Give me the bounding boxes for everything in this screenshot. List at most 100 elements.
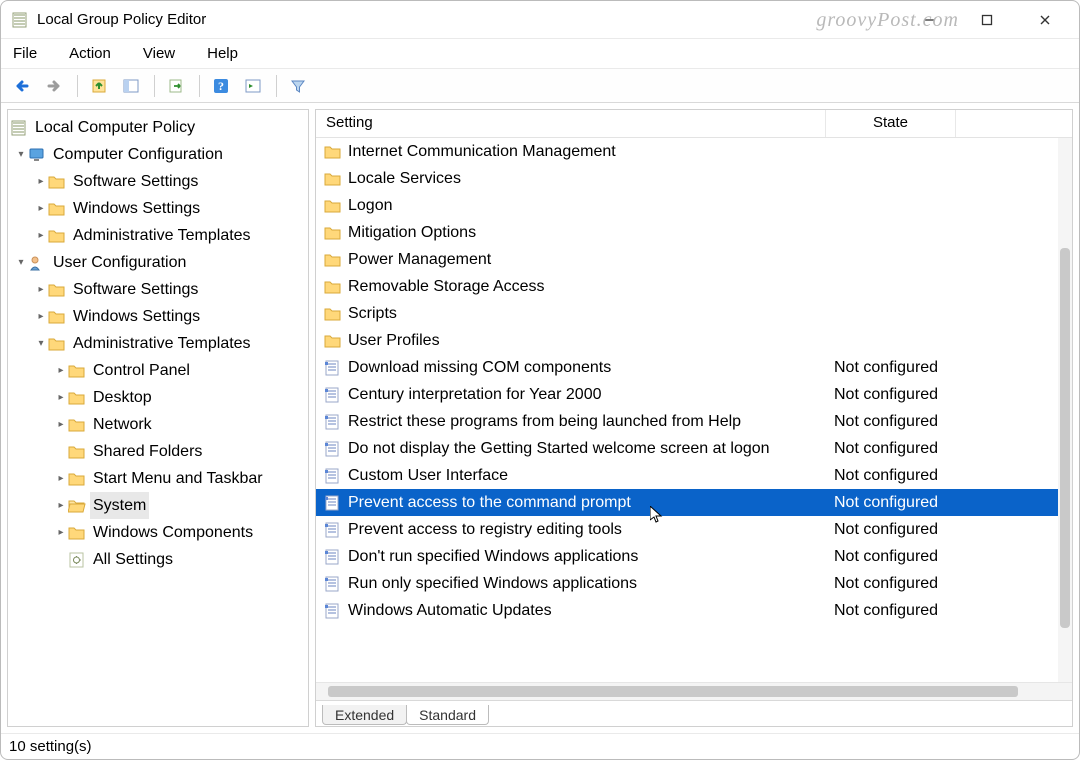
setting-icon xyxy=(324,575,342,593)
tree-node-system[interactable]: ▸ System xyxy=(10,492,306,519)
list-panel: Setting State Internet Communication Man… xyxy=(315,109,1073,727)
list-row[interactable]: Locale Services xyxy=(316,165,1072,192)
toolbar-help-button[interactable] xyxy=(206,73,236,99)
folder-icon xyxy=(48,200,66,218)
list-row[interactable]: Scripts xyxy=(316,300,1072,327)
tree-node-cc-admin[interactable]: ▸ Administrative Templates xyxy=(10,222,306,249)
chevron-right-icon[interactable]: ▸ xyxy=(54,524,68,541)
chevron-down-icon[interactable]: ▾ xyxy=(34,335,48,352)
list-row[interactable]: Don't run specified Windows applications… xyxy=(316,543,1072,570)
folder-icon xyxy=(48,173,66,191)
tree-label: Shared Folders xyxy=(90,438,205,465)
chevron-right-icon[interactable]: ▸ xyxy=(54,497,68,514)
folder-icon xyxy=(324,224,342,242)
tree-node-all-settings[interactable]: All Settings xyxy=(10,546,306,573)
folder-icon xyxy=(324,143,342,161)
scrollbar-thumb[interactable] xyxy=(328,686,1018,697)
chevron-down-icon[interactable]: ▾ xyxy=(14,254,28,271)
tree-node-startmenu[interactable]: ▸ Start Menu and Taskbar xyxy=(10,465,306,492)
list-row[interactable]: Power Management xyxy=(316,246,1072,273)
tree-node-control-panel[interactable]: ▸ Control Panel xyxy=(10,357,306,384)
tree-node-uc-admin[interactable]: ▾ Administrative Templates xyxy=(10,330,306,357)
folder-icon xyxy=(68,416,86,434)
list-row[interactable]: Internet Communication Management xyxy=(316,138,1072,165)
tree-node-desktop[interactable]: ▸ Desktop xyxy=(10,384,306,411)
list-row[interactable]: Prevent access to registry editing tools… xyxy=(316,516,1072,543)
toolbar-separator xyxy=(276,75,277,97)
tree-node-shared-folders[interactable]: Shared Folders xyxy=(10,438,306,465)
toolbar-back-button[interactable] xyxy=(7,73,37,99)
list-row[interactable]: Do not display the Getting Started welco… xyxy=(316,435,1072,462)
chevron-right-icon[interactable]: ▸ xyxy=(34,173,48,190)
maximize-button[interactable] xyxy=(967,5,1007,35)
list-row[interactable]: Mitigation Options xyxy=(316,219,1072,246)
close-button[interactable] xyxy=(1025,5,1065,35)
list-row[interactable]: Custom User InterfaceNot configured xyxy=(316,462,1072,489)
chevron-right-icon[interactable]: ▸ xyxy=(34,227,48,244)
list-row[interactable]: Restrict these programs from being launc… xyxy=(316,408,1072,435)
tree-label: Administrative Templates xyxy=(70,330,254,357)
folder-icon xyxy=(324,251,342,269)
col-header-setting[interactable]: Setting xyxy=(316,110,826,137)
chevron-right-icon[interactable]: ▸ xyxy=(54,470,68,487)
tree-node-uc-windows[interactable]: ▸ Windows Settings xyxy=(10,303,306,330)
tree-node-uc-software[interactable]: ▸ Software Settings xyxy=(10,276,306,303)
chevron-right-icon[interactable]: ▸ xyxy=(54,416,68,433)
list-row[interactable]: Run only specified Windows applicationsN… xyxy=(316,570,1072,597)
scrollbar-vertical[interactable] xyxy=(1058,138,1072,698)
list-row[interactable]: Download missing COM componentsNot confi… xyxy=(316,354,1072,381)
tree-node-windows-components[interactable]: ▸ Windows Components xyxy=(10,519,306,546)
list-row[interactable]: User Profiles xyxy=(316,327,1072,354)
tree-label: Windows Settings xyxy=(70,195,203,222)
setting-icon xyxy=(324,359,342,377)
tree-label: Administrative Templates xyxy=(70,222,254,249)
toolbar-export-button[interactable] xyxy=(161,73,191,99)
list-header: Setting State xyxy=(316,110,1072,138)
toolbar-filter-button[interactable] xyxy=(283,73,313,99)
chevron-right-icon[interactable]: ▸ xyxy=(54,389,68,406)
statusbar: 10 setting(s) xyxy=(1,733,1079,759)
toolbar-forward-button[interactable] xyxy=(39,73,69,99)
scrollbar-thumb[interactable] xyxy=(1060,248,1070,628)
menu-view[interactable]: View xyxy=(139,43,179,64)
list-row[interactable]: Removable Storage Access xyxy=(316,273,1072,300)
tree-panel[interactable]: Local Computer Policy ▾ Computer Configu… xyxy=(7,109,309,727)
scrollbar-horizontal[interactable] xyxy=(316,682,1072,700)
chevron-down-icon[interactable]: ▾ xyxy=(14,146,28,163)
list-body[interactable]: Internet Communication ManagementLocale … xyxy=(316,138,1072,682)
chevron-right-icon[interactable]: ▸ xyxy=(34,281,48,298)
tree-node-root[interactable]: Local Computer Policy xyxy=(10,114,306,141)
computer-icon xyxy=(28,146,46,164)
toolbar-up-button[interactable] xyxy=(84,73,114,99)
folder-open-icon xyxy=(68,497,86,515)
toolbar-tree-toggle-button[interactable] xyxy=(116,73,146,99)
tree-node-cc-software[interactable]: ▸ Software Settings xyxy=(10,168,306,195)
tree-label: Computer Configuration xyxy=(50,141,226,168)
chevron-right-icon[interactable]: ▸ xyxy=(34,200,48,217)
list-item-state: Not configured xyxy=(834,521,1034,539)
tab-standard[interactable]: Standard xyxy=(406,705,489,725)
tree-label: User Configuration xyxy=(50,249,189,276)
tab-extended[interactable]: Extended xyxy=(322,705,407,725)
chevron-right-icon[interactable]: ▸ xyxy=(34,308,48,325)
tree-node-user-config[interactable]: ▾ User Configuration xyxy=(10,249,306,276)
tree-node-computer-config[interactable]: ▾ Computer Configuration xyxy=(10,141,306,168)
chevron-right-icon[interactable]: ▸ xyxy=(54,362,68,379)
list-item-name: Removable Storage Access xyxy=(348,278,834,296)
toolbar-action-pane-button[interactable] xyxy=(238,73,268,99)
list-row[interactable]: Windows Automatic UpdatesNot configured xyxy=(316,597,1072,624)
list-item-name: Mitigation Options xyxy=(348,224,834,242)
menu-help[interactable]: Help xyxy=(203,43,242,64)
list-row[interactable]: Century interpretation for Year 2000Not … xyxy=(316,381,1072,408)
tree-node-cc-windows[interactable]: ▸ Windows Settings xyxy=(10,195,306,222)
list-row[interactable]: Logon xyxy=(316,192,1072,219)
tree-node-network[interactable]: ▸ Network xyxy=(10,411,306,438)
bottom-tabs: Extended Standard xyxy=(316,700,1072,726)
list-row[interactable]: Prevent access to the command promptNot … xyxy=(316,489,1072,516)
menu-file[interactable]: File xyxy=(9,43,41,64)
list-item-state: Not configured xyxy=(834,413,1034,431)
col-header-state[interactable]: State xyxy=(826,110,956,137)
menu-action[interactable]: Action xyxy=(65,43,115,64)
titlebar: Local Group Policy Editor groovyPost.com xyxy=(1,1,1079,39)
folder-icon xyxy=(48,335,66,353)
